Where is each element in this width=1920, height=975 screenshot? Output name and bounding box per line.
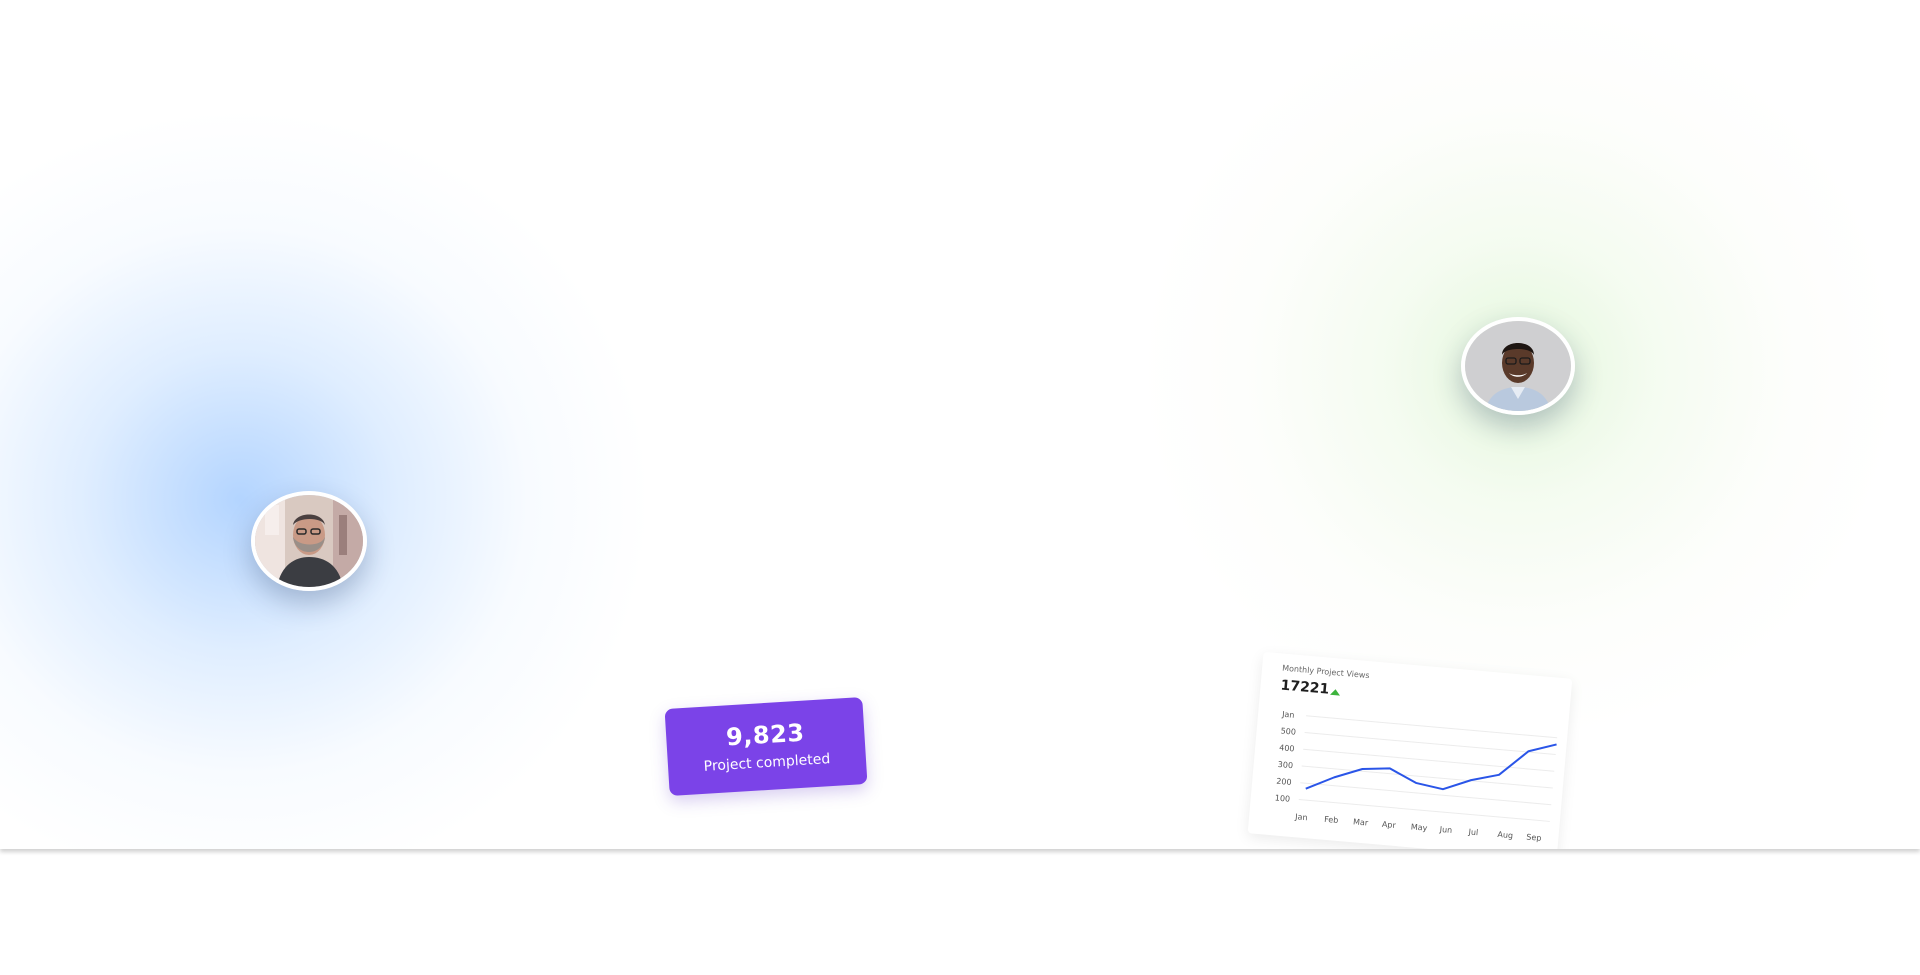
monthly-views-line-chart: Jan 500 400 300 200 100 Jan Feb Mar Apr May Jun Jul A… bbox=[1274, 710, 1558, 843]
monthly-views-chart-card: Monthly Project Views 17221 Jan 500 400 300… bbox=[1247, 651, 1573, 849]
smiling-man-avatar bbox=[1461, 317, 1575, 415]
chart-gridline bbox=[1304, 732, 1556, 755]
x-tick-label: Aug bbox=[1497, 830, 1513, 840]
hero-section: 9,823 Project completed Monthly Project … bbox=[0, 0, 1920, 849]
blue-glow bbox=[0, 110, 650, 849]
chart-gridline bbox=[1306, 715, 1558, 739]
y-tick-label: 200 bbox=[1276, 777, 1292, 787]
y-tick-label: 500 bbox=[1280, 726, 1296, 736]
projects-completed-card: 9,823 Project completed bbox=[664, 697, 868, 796]
y-tick-label: Jan bbox=[1281, 710, 1295, 720]
x-tick-label: Mar bbox=[1353, 817, 1370, 827]
x-tick-label: Apr bbox=[1382, 820, 1397, 830]
x-tick-label: Feb bbox=[1324, 815, 1339, 825]
y-tick-label: 100 bbox=[1274, 793, 1290, 803]
y-tick-label: 400 bbox=[1279, 743, 1295, 753]
x-tick-label: Jun bbox=[1438, 825, 1452, 835]
x-tick-label: Jan bbox=[1294, 812, 1308, 822]
bearded-man-avatar bbox=[251, 491, 367, 591]
x-tick-label: Jul bbox=[1467, 827, 1478, 837]
x-tick-label: Sep bbox=[1526, 832, 1542, 842]
projects-completed-value: 9,823 bbox=[725, 718, 806, 752]
x-tick-label: May bbox=[1410, 822, 1428, 832]
y-tick-label: 300 bbox=[1277, 760, 1293, 770]
page-stage: 9,823 Project completed Monthly Project … bbox=[0, 0, 1920, 975]
